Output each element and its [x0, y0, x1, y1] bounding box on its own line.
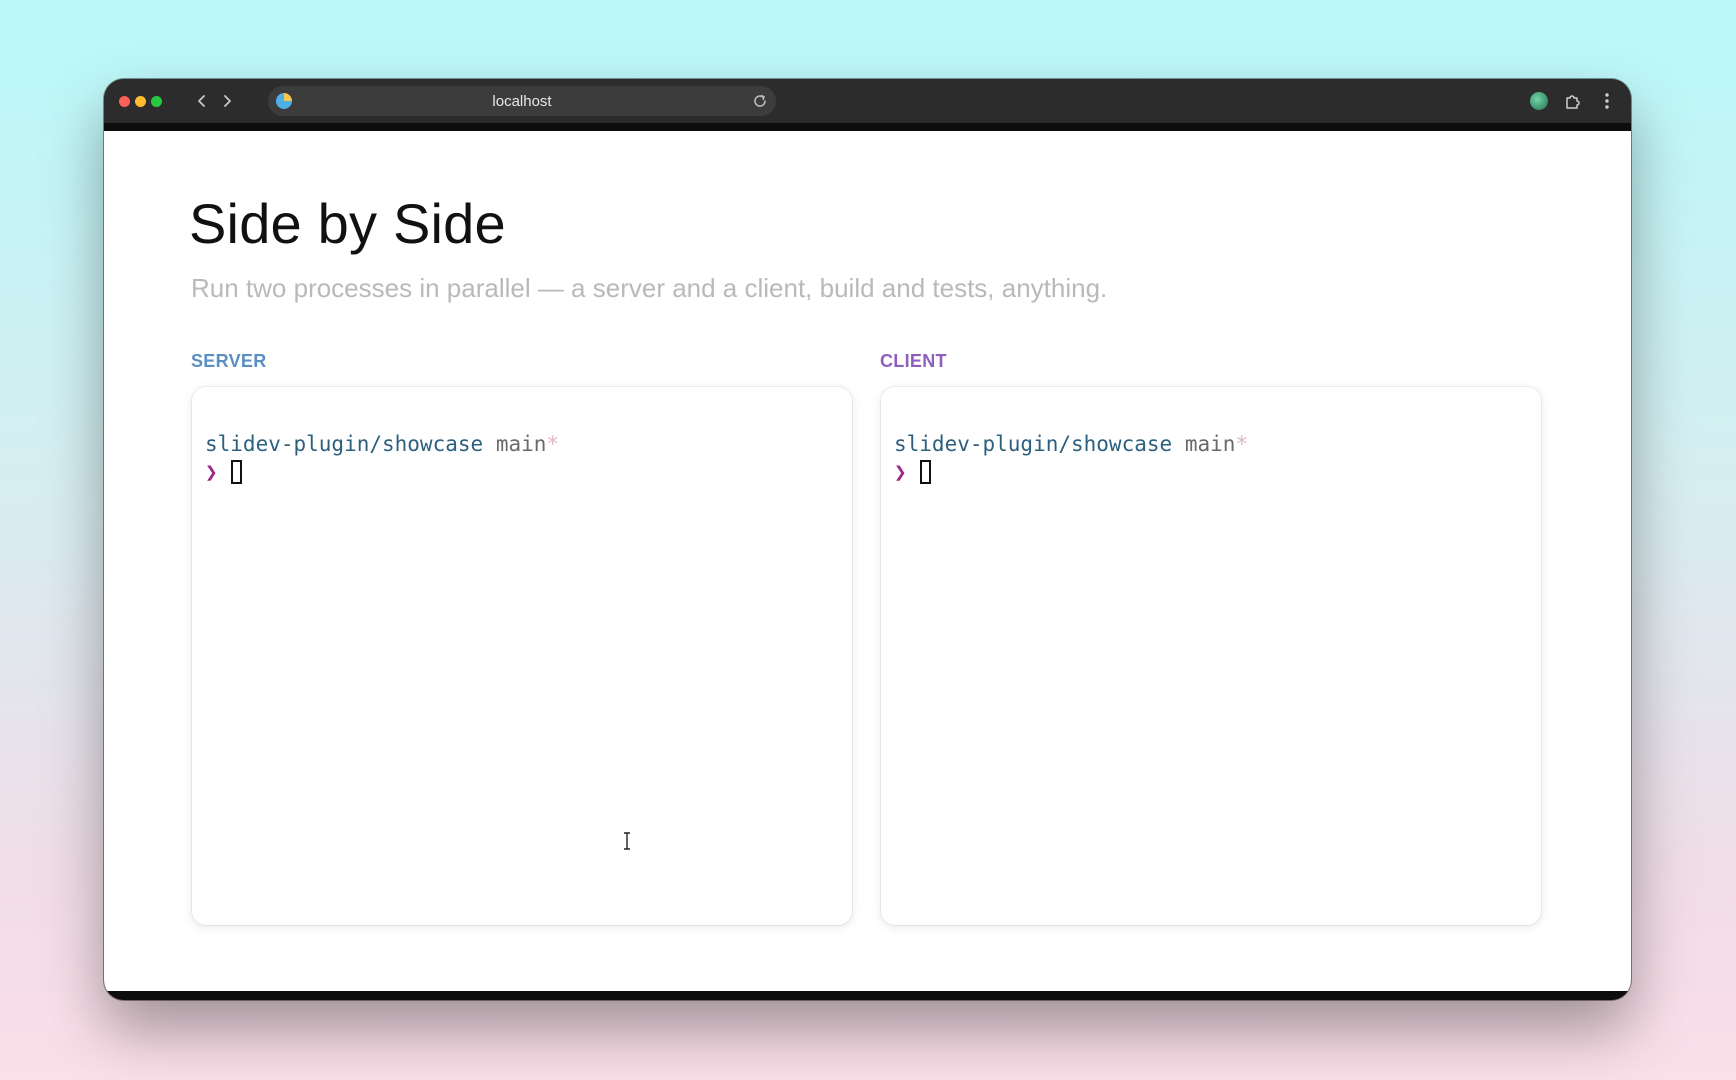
maximize-window-button[interactable] [151, 96, 162, 107]
client-terminal[interactable]: slidev-plugin/showcase main* ❯ [881, 387, 1541, 925]
terminal-cursor [919, 460, 931, 484]
client-panel-label: CLIENT [880, 351, 947, 371]
terminal-input-line[interactable]: ❯ [894, 460, 931, 484]
terminal-path: slidev-plugin/showcase [205, 432, 484, 456]
extensions-button[interactable] [1561, 89, 1585, 113]
git-dirty-marker: * [1235, 432, 1249, 456]
terminal-cursor [230, 460, 242, 484]
slide-subtitle: Run two processes in parallel — a server… [191, 273, 1108, 303]
mouse-ibeam-cursor [624, 832, 630, 850]
terminal-prompt-line: slidev-plugin/showcase main* [205, 432, 559, 456]
git-dirty-marker: * [546, 432, 560, 456]
more-vertical-icon [1605, 93, 1609, 109]
terminal-prompt-line: slidev-plugin/showcase main* [894, 432, 1248, 456]
reload-icon [754, 95, 766, 107]
prompt-chevron: ❯ [894, 460, 907, 484]
puzzle-icon [1566, 95, 1580, 109]
git-branch: main [495, 432, 547, 456]
chevron-left-icon [198, 95, 205, 107]
browser-window: localhost Side by Side Run two processes… [104, 79, 1631, 1000]
reload-button[interactable] [752, 93, 768, 109]
slide-content: Side by Side Run two processes in parall… [104, 131, 1631, 991]
terminal-input-line[interactable]: ❯ [205, 460, 242, 484]
profile-icon [1530, 92, 1548, 110]
terminal-path: slidev-plugin/showcase [894, 432, 1173, 456]
address-bar[interactable]: localhost [268, 86, 776, 116]
git-branch: main [1184, 432, 1236, 456]
server-panel-label: SERVER [191, 351, 267, 371]
back-button[interactable] [190, 89, 214, 113]
profile-button[interactable] [1527, 89, 1551, 113]
browser-menu-button[interactable] [1595, 89, 1619, 113]
chevron-right-icon [224, 95, 231, 107]
prompt-chevron: ❯ [205, 460, 218, 484]
address-bar-url: localhost [492, 93, 552, 110]
minimize-window-button[interactable] [135, 96, 146, 107]
server-terminal[interactable]: slidev-plugin/showcase main* ❯ [192, 387, 852, 925]
browser-titlebar: localhost [104, 79, 1631, 123]
close-window-button[interactable] [119, 96, 130, 107]
forward-button[interactable] [215, 89, 239, 113]
viewport-top-border [104, 123, 1631, 131]
viewport-bottom-border [104, 991, 1631, 1000]
slide-title: Side by Side [189, 192, 506, 255]
